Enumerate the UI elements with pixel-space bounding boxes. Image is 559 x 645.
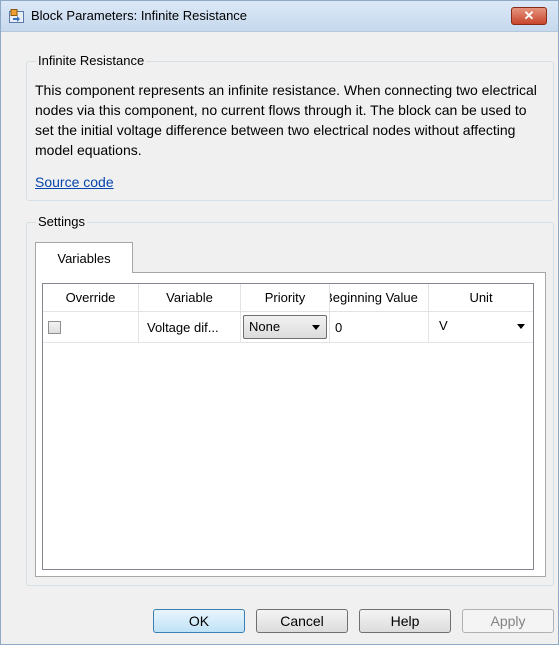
description-text: This component represents an infinite re… <box>35 82 537 158</box>
unit-dropdown[interactable]: V <box>431 315 531 339</box>
column-header-variable[interactable]: Variable <box>139 284 241 311</box>
ok-button[interactable]: OK <box>153 609 245 633</box>
priority-cell: None <box>241 312 330 343</box>
column-header-unit[interactable]: Unit <box>429 284 533 311</box>
apply-button[interactable]: Apply <box>462 609 554 633</box>
window-title: Block Parameters: Infinite Resistance <box>31 8 248 23</box>
chevron-down-icon <box>517 324 525 329</box>
override-checkbox[interactable] <box>48 321 61 334</box>
variables-table: Override Variable Priority Beginning Val… <box>42 283 534 570</box>
priority-value: None <box>249 319 281 334</box>
unit-value: V <box>439 318 448 333</box>
priority-dropdown[interactable]: None <box>243 315 327 339</box>
column-header-beginning-value[interactable]: Beginning Value <box>330 284 429 311</box>
beginning-value-cell[interactable]: 0 <box>330 312 429 343</box>
column-header-priority[interactable]: Priority <box>241 284 330 311</box>
chevron-down-icon <box>312 325 320 330</box>
override-cell <box>43 312 139 343</box>
tab-variables[interactable]: Variables <box>35 242 133 273</box>
unit-cell: V <box>429 312 533 343</box>
tab-variables-label: Variables <box>57 251 111 266</box>
column-header-override[interactable]: Override <box>43 284 139 311</box>
close-icon: ✕ <box>523 8 535 23</box>
source-code-link[interactable]: Source code <box>35 174 114 190</box>
cancel-button[interactable]: Cancel <box>256 609 348 633</box>
help-button[interactable]: Help <box>359 609 451 633</box>
variable-cell: Voltage dif... <box>139 312 241 343</box>
close-button[interactable]: ✕ <box>511 7 547 25</box>
title-bar[interactable]: Block Parameters: Infinite Resistance ✕ <box>1 1 558 32</box>
settings-group-title: Settings <box>36 214 87 229</box>
simulink-block-icon <box>9 9 24 23</box>
description-group-title: Infinite Resistance <box>36 53 147 68</box>
block-parameters-dialog: Block Parameters: Infinite Resistance ✕ … <box>0 0 559 645</box>
